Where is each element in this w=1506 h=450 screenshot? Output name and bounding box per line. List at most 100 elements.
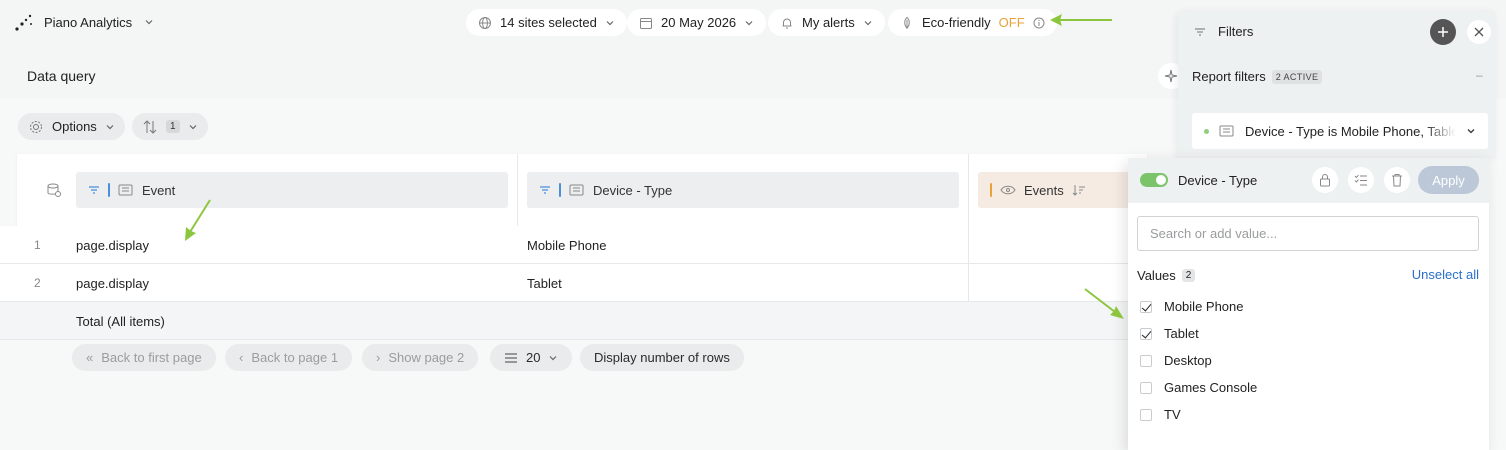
previous-page-button[interactable]: ‹ Back to page 1: [225, 344, 353, 371]
sites-label: 14 sites selected: [500, 15, 597, 30]
app-name: Piano Analytics: [44, 14, 133, 30]
editor-header: Device - Type Apply: [1128, 158, 1489, 203]
eco-friendly-toggle[interactable]: Eco-friendly OFF: [888, 9, 1057, 36]
filter-summary: Device - Type is Mobile Phone, Tablet: [1245, 123, 1456, 139]
close-filters-button[interactable]: [1467, 20, 1491, 44]
values-count: 2: [1181, 269, 1196, 282]
close-icon: [1474, 27, 1484, 37]
option-label: Tablet: [1164, 326, 1199, 341]
data-settings-icon[interactable]: [46, 182, 62, 198]
date-selector[interactable]: 20 May 2026: [627, 9, 767, 36]
column-label: Event: [142, 182, 176, 198]
filter-item-device-type[interactable]: Device - Type is Mobile Phone, Tablet: [1192, 113, 1488, 149]
sort-button[interactable]: 1: [132, 113, 208, 140]
sites-selector[interactable]: 14 sites selected: [466, 9, 627, 36]
cell-device-type: Tablet: [527, 276, 562, 291]
chevron-down-icon: [1467, 129, 1475, 134]
first-page-label: Back to first page: [101, 350, 202, 365]
dimension-icon: [1219, 125, 1234, 137]
apply-button[interactable]: Apply: [1418, 166, 1479, 194]
sort-count: 1: [166, 120, 180, 133]
next-page-button[interactable]: › Show page 2: [362, 344, 479, 371]
lock-button[interactable]: [1312, 167, 1338, 193]
row-number: 1: [34, 238, 41, 252]
page-header: Data query: [0, 46, 1180, 99]
column-label: Events: [1024, 182, 1064, 198]
value-option-tv[interactable]: TV: [1140, 407, 1181, 422]
sparkle-icon: [1164, 69, 1178, 83]
delete-button[interactable]: [1384, 167, 1410, 193]
rows-per-page-select[interactable]: 20: [490, 344, 573, 371]
filter-icon: [89, 186, 99, 194]
status-dot: [1204, 128, 1209, 134]
report-filters-header: Report filters 2 ACTIVE: [1192, 69, 1323, 84]
checkbox[interactable]: [1140, 300, 1152, 313]
app-switcher[interactable]: Piano Analytics: [14, 12, 154, 32]
dimension-marker: [108, 183, 110, 197]
table-row[interactable]: 2 page.display Tablet: [0, 264, 1130, 302]
chevron-left-icon: ‹: [239, 350, 244, 365]
sort-descending-icon[interactable]: [1072, 184, 1086, 196]
next-page-label: Show page 2: [388, 350, 465, 365]
active-badge: 2 ACTIVE: [1271, 69, 1323, 84]
chevron-down-icon: [606, 20, 614, 25]
previous-page-label: Back to page 1: [251, 350, 339, 365]
trash-icon: [1392, 174, 1402, 187]
chevron-down-icon: [550, 355, 557, 360]
chevron-down-icon: [145, 20, 153, 25]
value-option-desktop[interactable]: Desktop: [1140, 353, 1212, 368]
value-option-mobile-phone[interactable]: Mobile Phone: [1140, 299, 1244, 314]
chevron-down-icon: [864, 20, 872, 25]
eco-state: OFF: [998, 15, 1025, 30]
chevron-down-icon: [106, 124, 114, 129]
column-divider: [968, 226, 969, 302]
value-option-games-console[interactable]: Games Console: [1140, 380, 1257, 395]
filter-enabled-toggle[interactable]: [1140, 173, 1168, 187]
checklist-icon: [1354, 174, 1367, 186]
eye-icon: [1000, 185, 1016, 195]
alerts-selector[interactable]: My alerts: [768, 9, 885, 36]
first-page-button[interactable]: « Back to first page: [72, 344, 216, 371]
collapse-icon[interactable]: –: [1476, 68, 1483, 82]
info-icon[interactable]: [1033, 17, 1045, 29]
option-label: TV: [1164, 407, 1181, 422]
chevron-right-icon: ›: [376, 350, 381, 365]
cell-event: page.display: [76, 276, 149, 291]
total-label: Total (All items): [76, 314, 165, 329]
cell-device-type: Mobile Phone: [527, 238, 607, 253]
column-header-event[interactable]: Event: [76, 172, 508, 208]
gear-icon: [30, 120, 42, 133]
checkbox[interactable]: [1140, 354, 1152, 367]
chevron-down-icon: [189, 124, 196, 129]
column-header-events[interactable]: Events: [978, 172, 1138, 208]
value-search-input[interactable]: [1137, 216, 1479, 251]
alerts-label: My alerts: [802, 15, 855, 30]
options-button[interactable]: Options: [18, 113, 125, 140]
dimension-icon: [569, 184, 584, 196]
checkbox[interactable]: [1140, 327, 1152, 340]
display-rows-label: Display number of rows: [594, 350, 730, 365]
filter-icon: [1195, 28, 1205, 36]
filters-panel: Filters Report filters 2 ACTIVE – Device…: [1178, 10, 1496, 158]
option-label: Desktop: [1164, 353, 1212, 368]
unselect-all-link[interactable]: Unselect all: [1412, 267, 1479, 282]
filter-icon: [540, 186, 550, 194]
value-option-tablet[interactable]: Tablet: [1140, 326, 1199, 341]
dimension-marker: [559, 183, 561, 197]
plus-icon: [1438, 27, 1448, 37]
display-rows-button[interactable]: Display number of rows: [580, 344, 744, 371]
eco-label: Eco-friendly: [922, 15, 991, 30]
checklist-button[interactable]: [1348, 167, 1374, 193]
add-filter-button[interactable]: [1430, 19, 1456, 45]
editor-title: Device - Type: [1178, 173, 1258, 188]
column-header-device-type[interactable]: Device - Type: [527, 172, 959, 208]
list-icon: [505, 352, 517, 363]
chevron-down-icon: [745, 20, 753, 25]
report-filters-label: Report filters: [1192, 69, 1266, 84]
column-label: Device - Type: [593, 182, 673, 198]
checkbox[interactable]: [1140, 408, 1152, 421]
table-row[interactable]: 1 page.display Mobile Phone: [0, 226, 1130, 264]
checkbox[interactable]: [1140, 381, 1152, 394]
options-label: Options: [52, 119, 97, 134]
lock-icon: [1320, 174, 1330, 187]
